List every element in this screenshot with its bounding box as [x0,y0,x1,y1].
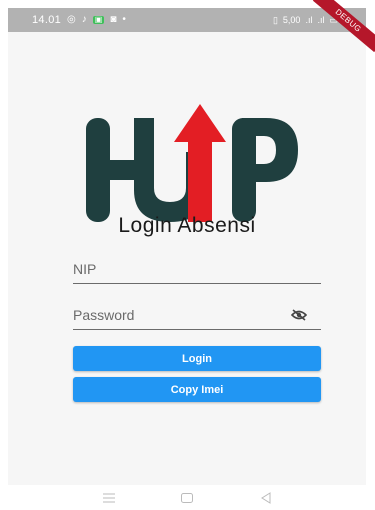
status-bar: 14.01 ◎ ♪ ▣ ◙ • ▯ 5,00 .ıl .ıl ▭ DEBUG [8,0,375,53]
nav-recent-button[interactable] [99,491,119,505]
whatsapp-icon: ◎ [67,14,76,25]
eye-off-icon[interactable] [291,308,307,322]
debug-banner: DEBUG [312,0,375,53]
status-right: ▯ 5,00 .ıl .ıl ▭ [273,15,338,26]
hup-logo [86,104,298,222]
menu-icon [103,493,116,502]
dot-icon: • [122,14,126,25]
nav-back-button[interactable] [256,491,276,505]
nav-home-button[interactable] [177,491,197,505]
signal-icon: .ıl [305,15,313,25]
status-left: 14.01 ◎ ♪ ▣ ◙ • [32,14,126,26]
app-frame: 14.01 ◎ ♪ ▣ ◙ • ▯ 5,00 .ıl .ıl ▭ DEBUG L… [0,0,375,510]
password-input[interactable] [73,300,321,329]
navigation-bar [0,485,375,510]
vibrate-icon: ▯ [272,14,278,25]
nip-field [73,254,321,284]
nip-input[interactable] [73,254,321,283]
password-field [73,300,321,330]
phone-screen: 14.01 ◎ ♪ ▣ ◙ • ▯ 5,00 .ıl .ıl ▭ DEBUG L… [8,0,375,485]
square-icon [181,492,194,503]
tiktok-icon: ♪ [81,14,87,25]
login-button[interactable]: Login [73,346,321,371]
signal-2-icon: .ıl [317,15,325,25]
app-notification-icon: ▣ [92,15,105,24]
page-title: Login Absensi [118,214,256,237]
network-speed: 5,00 [282,15,301,25]
copy-imei-button[interactable]: Copy Imei [73,377,321,402]
instagram-icon: ◙ [110,14,117,25]
status-time: 14.01 [32,14,62,26]
back-triangle-icon [260,491,271,504]
